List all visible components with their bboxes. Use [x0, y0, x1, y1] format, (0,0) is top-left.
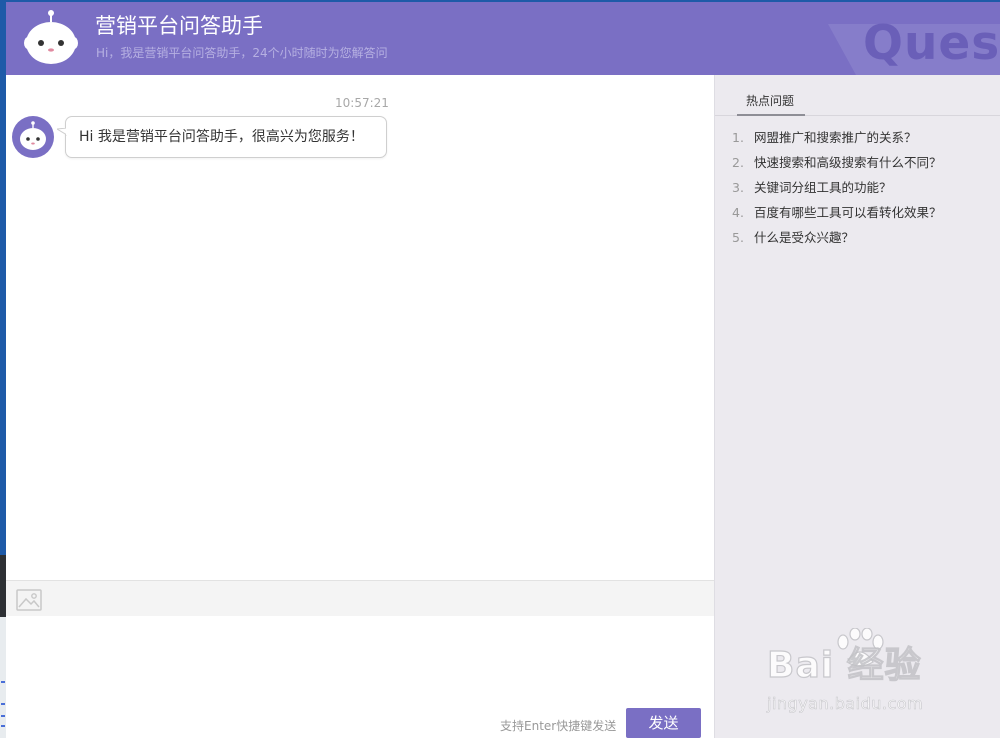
- send-button[interactable]: 发送: [626, 708, 701, 738]
- baidu-jingyan-watermark: Bai 经验 jingyan.baidu.com: [766, 628, 957, 718]
- bubble-tail: [57, 128, 67, 136]
- hot-questions-list: 1. 网盟推广和搜索推广的关系？ 2. 快速搜索和高级搜索有什么不同？ 3. 关键词分…: [732, 130, 942, 255]
- message-input[interactable]: [16, 622, 708, 704]
- background-mark: [1, 703, 5, 705]
- watermark-brand: Bai 经验: [766, 645, 922, 686]
- bot-avatar-icon: [12, 116, 54, 158]
- background-mark: [1, 715, 5, 717]
- header-bar: Questi 营销平台问答助手 Hi，我是营销平台问答助手，24个小时随时为您解…: [6, 2, 1000, 75]
- send-shortcut-hint: 支持Enter快捷键发送: [500, 719, 617, 733]
- hot-question-number: 1.: [732, 130, 744, 145]
- app-title: 营销平台问答助手: [95, 14, 263, 38]
- composer-toolbar: [6, 580, 714, 616]
- hot-question-text[interactable]: 百度有哪些工具可以看转化效果？: [754, 205, 942, 220]
- hot-question-item[interactable]: 5. 什么是受众兴趣？: [732, 230, 942, 255]
- composer: 支持Enter快捷键发送 发送: [6, 616, 714, 738]
- active-tab-indicator: [737, 114, 805, 116]
- hot-question-number: 3.: [732, 180, 744, 195]
- robot-logo-icon: [24, 10, 78, 64]
- hot-question-number: 5.: [732, 230, 744, 245]
- watermark-url: jingyan.baidu.com: [767, 694, 924, 714]
- hot-question-text[interactable]: 网盟推广和搜索推广的关系？: [754, 130, 917, 145]
- hot-question-number: 4.: [732, 205, 744, 220]
- hot-question-number: 2.: [732, 155, 744, 170]
- bot-message-bubble: Hi 我是营销平台问答助手，很高兴为您服务！: [57, 116, 387, 158]
- hot-question-text[interactable]: 关键词分组工具的功能？: [754, 180, 892, 195]
- bot-message-text: Hi 我是营销平台问答助手，很高兴为您服务！: [79, 129, 364, 145]
- hot-question-text[interactable]: 什么是受众兴趣？: [754, 230, 854, 245]
- hot-question-item[interactable]: 1. 网盟推广和搜索推广的关系？: [732, 130, 942, 155]
- message-timestamp: 10:57:21: [335, 96, 389, 110]
- header-decoration-text: Questi: [863, 16, 1000, 71]
- hot-question-text[interactable]: 快速搜索和高级搜索有什么不同？: [754, 155, 942, 170]
- hot-question-item[interactable]: 4. 百度有哪些工具可以看转化效果？: [732, 205, 942, 230]
- app-subtitle: Hi，我是营销平台问答助手，24个小时随时为您解答问: [96, 46, 388, 60]
- hot-questions-tab[interactable]: 热点问题: [746, 92, 794, 109]
- background-mark: [1, 681, 5, 683]
- background-mark: [1, 725, 5, 727]
- hot-question-item[interactable]: 2. 快速搜索和高级搜索有什么不同？: [732, 155, 942, 180]
- image-icon[interactable]: [16, 589, 42, 611]
- message-area[interactable]: 10:57:21 Hi 我是营销平台问答助手，很高兴为您服务！: [6, 75, 714, 580]
- hot-question-item[interactable]: 3. 关键词分组工具的功能？: [732, 180, 942, 205]
